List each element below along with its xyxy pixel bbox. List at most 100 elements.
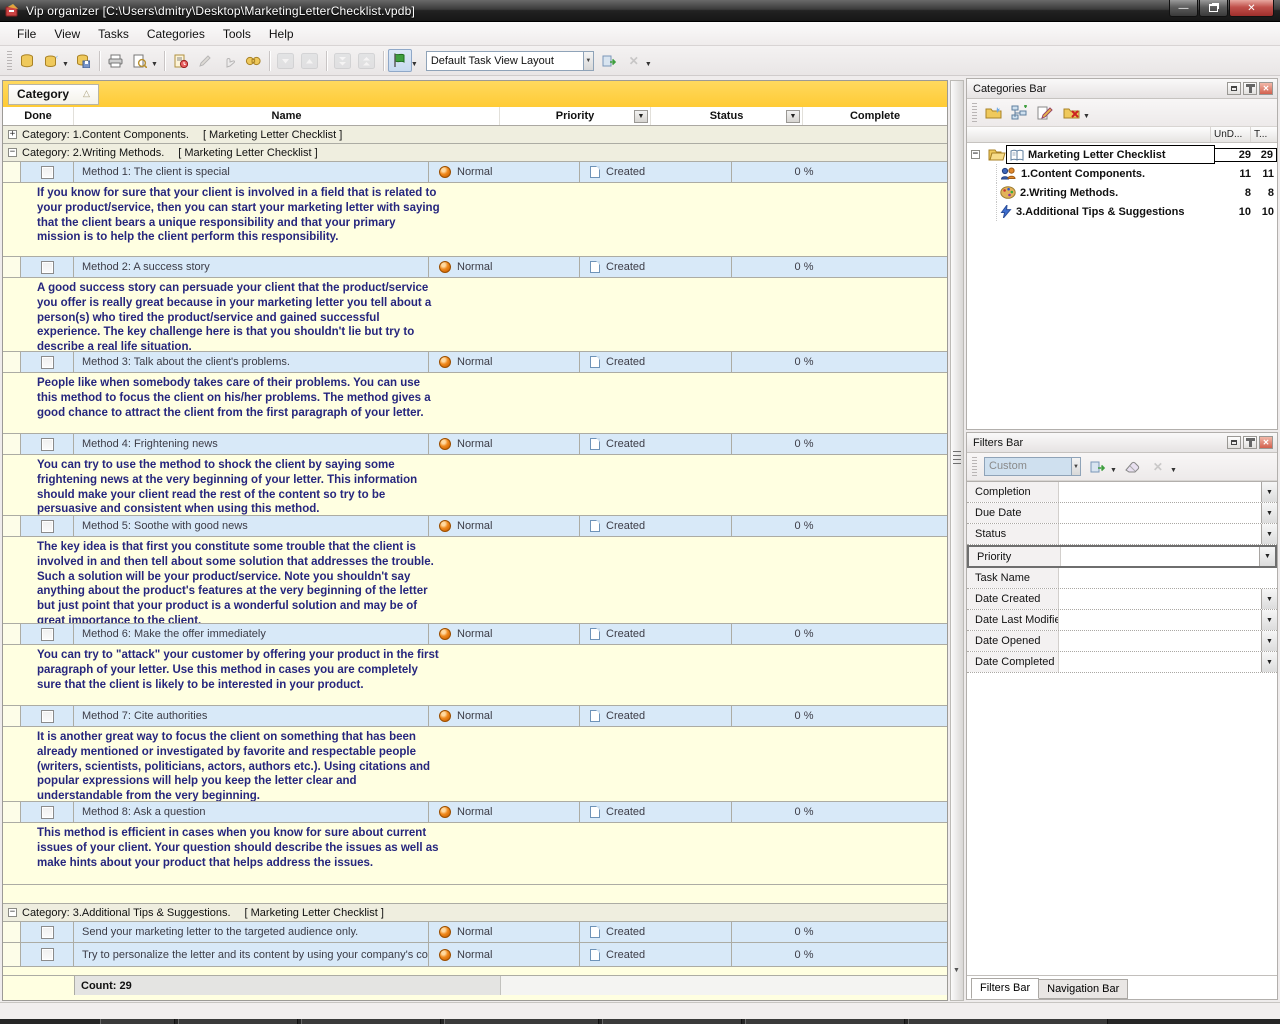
panel-close-icon[interactable]: ✕ bbox=[1259, 82, 1273, 95]
task-view-layout-combo[interactable]: Default Task View Layout ▼ bbox=[426, 51, 594, 71]
filter-row-completion[interactable]: Completion ▼ bbox=[967, 482, 1277, 503]
task-name[interactable]: Method 7: Cite authorities bbox=[74, 706, 429, 726]
print-button[interactable] bbox=[104, 49, 128, 72]
splitter-grip[interactable] bbox=[953, 451, 961, 465]
filter-dropdown-icon[interactable]: ▼ bbox=[1261, 589, 1277, 609]
minimize-button[interactable]: — bbox=[1169, 0, 1198, 17]
task-row[interactable]: Method 7: Cite authorities Normal Create… bbox=[3, 706, 947, 727]
column-header-total[interactable]: T... bbox=[1251, 127, 1277, 142]
category-row-2[interactable]: − Category: 2.Writing Methods. [ Marketi… bbox=[3, 144, 947, 162]
filter-dropdown-icon[interactable]: ▼ bbox=[1261, 524, 1277, 544]
tree-label[interactable]: 3.Additional Tips & Suggestions bbox=[1016, 206, 1184, 218]
filter-dropdown-icon[interactable]: ▼ bbox=[1261, 482, 1277, 502]
filter-row-task-name[interactable]: Task Name bbox=[967, 568, 1277, 589]
task-name[interactable]: Method 3: Talk about the client's proble… bbox=[74, 352, 429, 372]
save-database-button[interactable] bbox=[71, 49, 95, 72]
collapse-minus-icon[interactable]: − bbox=[8, 148, 17, 157]
tree-label[interactable]: Marketing Letter Checklist bbox=[1028, 149, 1166, 161]
panel-restore-icon[interactable] bbox=[1227, 82, 1241, 95]
filter-preset-dropdown-icon[interactable]: ▼ bbox=[1072, 457, 1081, 476]
done-checkbox[interactable] bbox=[41, 438, 54, 451]
tree-row-content-components[interactable]: 1.Content Components. 11 11 bbox=[967, 164, 1277, 183]
task-row[interactable]: Method 8: Ask a question Normal Created … bbox=[3, 802, 947, 823]
group-by-category-button[interactable]: Category △ bbox=[8, 84, 99, 105]
category-row-3[interactable]: − Category: 3.Additional Tips & Suggesti… bbox=[3, 904, 947, 922]
menu-help[interactable]: Help bbox=[260, 23, 303, 45]
done-checkbox[interactable] bbox=[41, 628, 54, 641]
categories-toolbar-overflow-icon[interactable]: ▼ bbox=[1083, 113, 1090, 120]
windows-taskbar[interactable] bbox=[0, 1019, 1280, 1024]
column-header-complete[interactable]: Complete bbox=[803, 107, 947, 125]
expand-plus-icon[interactable]: + bbox=[8, 130, 17, 139]
move-task-button[interactable] bbox=[217, 49, 241, 72]
task-name[interactable]: Try to personalize the letter and its co… bbox=[74, 943, 429, 966]
category-row-1[interactable]: + Category: 1.Content Components. [ Mark… bbox=[3, 126, 947, 144]
task-row[interactable]: Method 3: Talk about the client's proble… bbox=[3, 352, 947, 373]
done-checkbox[interactable] bbox=[41, 356, 54, 369]
close-button[interactable]: ✕ bbox=[1229, 0, 1274, 17]
open-database-button[interactable] bbox=[15, 49, 39, 72]
new-subcategory-button[interactable] bbox=[1006, 101, 1032, 125]
tree-label[interactable]: 2.Writing Methods. bbox=[1020, 187, 1118, 199]
done-checkbox[interactable] bbox=[41, 926, 54, 939]
apply-layout-button[interactable] bbox=[598, 49, 622, 72]
done-checkbox[interactable] bbox=[41, 806, 54, 819]
filter-row-date-created[interactable]: Date Created ▼ bbox=[967, 589, 1277, 610]
save-filter-dropdown-icon[interactable]: ▼ bbox=[1110, 467, 1117, 474]
menu-tools[interactable]: Tools bbox=[214, 23, 260, 45]
new-category-button[interactable] bbox=[980, 101, 1006, 125]
new-database-dropdown-icon[interactable]: ▼ bbox=[62, 61, 69, 68]
task-row[interactable]: Method 4: Frightening news Normal Create… bbox=[3, 434, 947, 455]
delete-category-button[interactable] bbox=[1058, 101, 1084, 125]
filter-dropdown-icon[interactable]: ▼ bbox=[1261, 503, 1277, 523]
filter-row-priority[interactable]: Priority ▼ bbox=[967, 545, 1277, 568]
column-header-name[interactable]: Name bbox=[74, 107, 500, 125]
filter-row-date-opened[interactable]: Date Opened ▼ bbox=[967, 631, 1277, 652]
task-name[interactable]: Method 5: Soothe with good news bbox=[74, 516, 429, 536]
done-checkbox[interactable] bbox=[41, 948, 54, 961]
highlight-flag-button[interactable] bbox=[388, 49, 412, 72]
task-name[interactable]: Method 6: Make the offer immediately bbox=[74, 624, 429, 644]
clear-filter-button[interactable] bbox=[1119, 455, 1145, 479]
edit-task-button[interactable] bbox=[193, 49, 217, 72]
done-checkbox[interactable] bbox=[41, 710, 54, 723]
column-header-status[interactable]: Status▼ bbox=[651, 107, 803, 125]
new-database-button[interactable] bbox=[39, 49, 63, 72]
panel-pin-icon[interactable] bbox=[1243, 82, 1257, 95]
task-name[interactable]: Send your marketing letter to the target… bbox=[74, 922, 429, 942]
tab-navigation-bar[interactable]: Navigation Bar bbox=[1038, 979, 1128, 999]
tab-filters-bar[interactable]: Filters Bar bbox=[971, 978, 1039, 999]
task-view-layout-value[interactable]: Default Task View Layout bbox=[426, 51, 584, 71]
column-header-undone[interactable]: UnD... bbox=[1211, 127, 1251, 142]
done-checkbox[interactable] bbox=[41, 166, 54, 179]
task-row[interactable]: Method 2: A success story Normal Created… bbox=[3, 257, 947, 278]
edit-category-button[interactable] bbox=[1032, 101, 1058, 125]
filter-dropdown-icon[interactable]: ▼ bbox=[1261, 631, 1277, 651]
print-preview-button[interactable] bbox=[128, 49, 152, 72]
filter-row-date-last-modified[interactable]: Date Last Modified ▼ bbox=[967, 610, 1277, 631]
task-row[interactable]: Try to personalize the letter and its co… bbox=[3, 943, 947, 967]
collapse-minus-icon[interactable]: − bbox=[971, 150, 980, 159]
print-dropdown-icon[interactable]: ▼ bbox=[151, 61, 158, 68]
done-checkbox[interactable] bbox=[41, 261, 54, 274]
filter-preset-combo[interactable]: Custom ▼ bbox=[984, 457, 1081, 476]
panel-restore-icon[interactable] bbox=[1227, 436, 1241, 449]
task-name[interactable]: Method 4: Frightening news bbox=[74, 434, 429, 454]
filter-dropdown-icon[interactable]: ▼ bbox=[1259, 547, 1275, 566]
move-bottom-button[interactable] bbox=[331, 49, 355, 72]
task-row[interactable]: Send your marketing letter to the target… bbox=[3, 922, 947, 943]
filter-dropdown-icon[interactable]: ▼ bbox=[1261, 610, 1277, 630]
move-up-button[interactable] bbox=[298, 49, 322, 72]
toolbar-overflow-icon[interactable]: ▼ bbox=[645, 61, 652, 68]
column-header-done[interactable]: Done bbox=[3, 107, 74, 125]
move-down-button[interactable] bbox=[274, 49, 298, 72]
filter-row-due-date[interactable]: Due Date ▼ bbox=[967, 503, 1277, 524]
task-view-layout-dropdown-icon[interactable]: ▼ bbox=[584, 51, 594, 71]
tree-label[interactable]: 1.Content Components. bbox=[1021, 168, 1145, 180]
flag-dropdown-icon[interactable]: ▼ bbox=[411, 61, 418, 68]
filter-dropdown-icon[interactable]: ▼ bbox=[1261, 652, 1277, 672]
tree-row-checklist[interactable]: − Marketing Letter Checklist 29 29 bbox=[967, 145, 1277, 164]
done-checkbox[interactable] bbox=[41, 520, 54, 533]
menu-tasks[interactable]: Tasks bbox=[89, 23, 138, 45]
splitter-collapse-icon[interactable]: ▼ bbox=[953, 967, 960, 974]
